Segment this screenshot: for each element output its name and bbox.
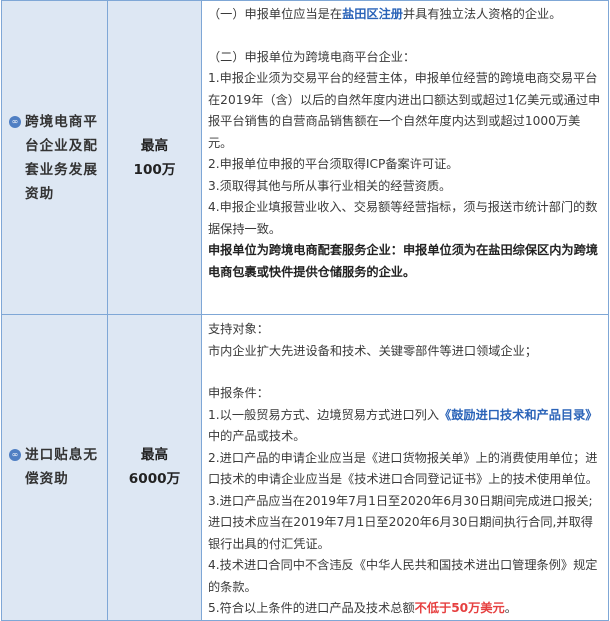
condition-item: 2.申报单位申报的平台须取得ICP备案许可证。 xyxy=(208,157,459,171)
category-label: 跨境电商平台企业及配套业务发展资助 xyxy=(25,113,98,202)
amount-label: 最高 xyxy=(140,447,169,464)
table-row: ∞ 跨境电商平台企业及配套业务发展资助 最高 100万 （一）申报单位应当是在盐… xyxy=(1,0,609,315)
condition-item: 1.申报企业须为交易平台的经营主体，申报单位经营的跨境电商交易平台在2019年（… xyxy=(208,71,601,150)
conditions-label: 申报条件： xyxy=(208,386,269,400)
requirements-cell: 支持对象： 市内企业扩大先进设备和技术、关键零部件等进口领域企业； 申报条件： … xyxy=(201,314,609,621)
requirements-cell: （一）申报单位应当是在盐田区注册并具有独立法人资格的企业。 （二）申报单位为跨境… xyxy=(201,0,609,315)
target-text: 市内企业扩大先进设备和技术、关键零部件等进口领域企业； xyxy=(208,343,538,358)
condition-item: 2.进口产品的申请企业应当是《进口货物报关单》上的消费使用单位；进口技术的申请企… xyxy=(208,450,598,487)
table-row: ∞ 进口贴息无偿资助 最高 6000万 支持对象： 市内企业扩大先进设备和技术、… xyxy=(1,314,609,621)
condition-item: 4.技术进口合同中不含违反《中华人民共和国技术进出口管理条例》规定的条款。 xyxy=(208,558,598,594)
category-cell: ∞ 进口贴息无偿资助 xyxy=(1,314,108,621)
condition-item: 3.须取得其他与所从事行业相关的经营资质。 xyxy=(208,178,452,193)
condition-item: 1.以一般贸易方式、边境贸易方式进口列入《鼓励进口技术和产品目录》中的产品或技术… xyxy=(208,407,598,444)
condition-item: 3.进口产品应当在2019年7月1日至2020年6月30日期间完成进口报关;进口… xyxy=(208,493,593,551)
amount-value: 100万 xyxy=(133,161,176,178)
category-cell: ∞ 跨境电商平台企业及配套业务发展资助 xyxy=(1,0,108,315)
service-note: 申报单位为跨境电商配套服务企业：申报单位须为在盐田综保区内为跨境电商包裹或快件提… xyxy=(208,243,598,279)
district-link[interactable]: 盐田区注册 xyxy=(342,7,403,21)
target-label: 支持对象： xyxy=(208,322,269,336)
amount-value: 6000万 xyxy=(128,471,181,488)
catalog-link[interactable]: 《鼓励进口技术和产品目录》 xyxy=(439,408,597,422)
requirement-2: （二）申报单位为跨境电商平台企业： xyxy=(208,49,416,64)
subsidy-table: ∞ 跨境电商平台企业及配套业务发展资助 最高 100万 （一）申报单位应当是在盐… xyxy=(1,0,609,621)
amount-label: 最高 xyxy=(140,137,169,154)
link-icon: ∞ xyxy=(9,115,21,128)
amount-cell: 最高 100万 xyxy=(107,0,202,315)
amount-cell: 最高 6000万 xyxy=(107,314,202,621)
minimum-amount: 不低于50万美元 xyxy=(414,601,505,615)
requirement-1: （一）申报单位应当是在盐田区注册并具有独立法人资格的企业。 xyxy=(208,7,562,21)
link-icon: ∞ xyxy=(9,449,21,462)
condition-item: 4.申报企业填报营业收入、交易额等经营指标，须与报送市统计部门的数据保持一致。 xyxy=(208,200,598,236)
condition-item: 5.符合以上条件的进口产品及技术总额不低于50万美元。 xyxy=(208,601,517,615)
category-label: 进口贴息无偿资助 xyxy=(25,447,98,488)
